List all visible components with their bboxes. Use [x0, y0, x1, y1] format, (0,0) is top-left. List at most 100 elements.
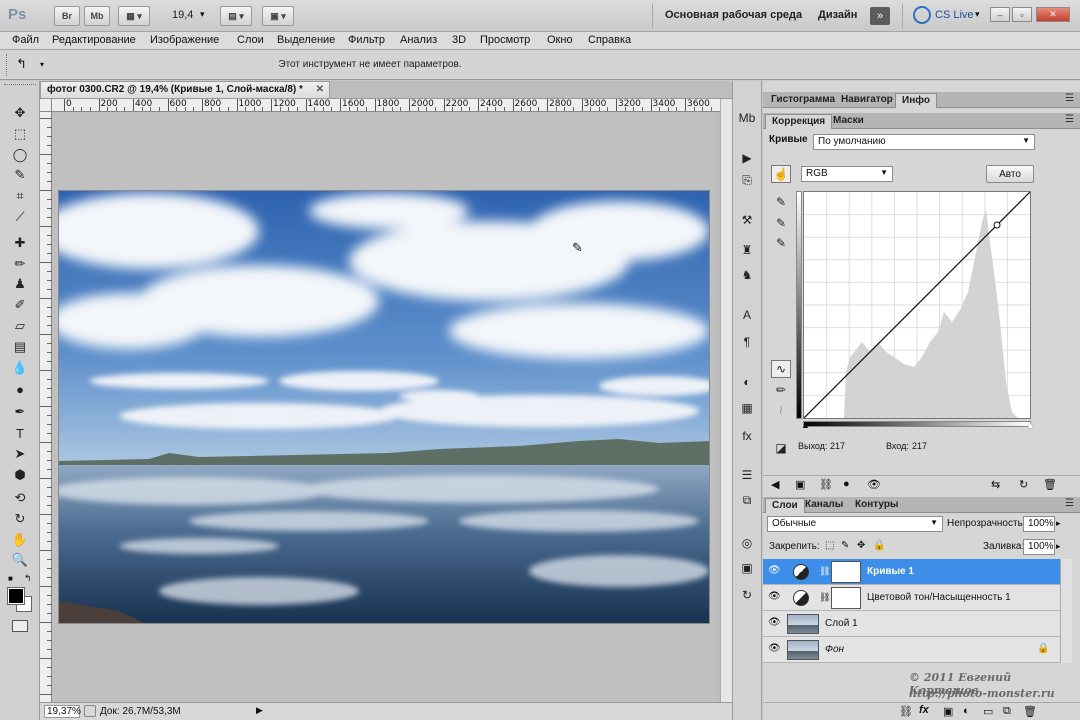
- healing-brush-tool-icon[interactable]: ✚: [11, 234, 29, 252]
- 3d-rotate-tool-icon[interactable]: ⟲: [11, 489, 29, 507]
- fill-slider-icon[interactable]: ▸: [1056, 541, 1061, 552]
- link-layers-icon[interactable]: ⛓: [899, 705, 913, 718]
- paragraph-icon[interactable]: ¶: [738, 333, 756, 351]
- 3d-orbit-tool-icon[interactable]: ↻: [11, 510, 29, 528]
- more-workspaces-button[interactable]: »: [870, 7, 890, 25]
- curve-point-mode-icon[interactable]: ∿: [771, 360, 791, 378]
- marquee-tool-icon[interactable]: ⬚: [11, 125, 29, 143]
- return-to-list-icon[interactable]: ◀: [771, 478, 779, 491]
- visibility-eye-icon[interactable]: 👁: [768, 643, 781, 654]
- layer-style-icon[interactable]: fx: [919, 704, 929, 716]
- delete-adjustment-icon[interactable]: 🗑: [1043, 478, 1057, 491]
- styles-icon[interactable]: fx: [738, 427, 756, 445]
- delete-layer-icon[interactable]: 🗑: [1023, 705, 1037, 718]
- bridge-button[interactable]: Br: [54, 6, 80, 26]
- menu-layers[interactable]: Слои: [237, 34, 264, 46]
- swap-colors-icon[interactable]: ↰: [24, 573, 32, 584]
- tab-adjustments[interactable]: Коррекция: [765, 114, 833, 129]
- shape-tool-icon[interactable]: ⬢: [11, 466, 29, 484]
- clipping-display-icon[interactable]: ◪: [771, 439, 791, 457]
- blur-tool-icon[interactable]: 💧: [11, 359, 29, 377]
- character-icon[interactable]: A: [738, 306, 756, 324]
- quick-mask-icon[interactable]: [12, 620, 28, 632]
- view-extras-button[interactable]: ▦ ▾: [118, 6, 150, 26]
- visibility-eye-icon[interactable]: 👁: [768, 617, 781, 628]
- fill-field[interactable]: 100%: [1023, 539, 1055, 555]
- new-group-icon[interactable]: ▭: [983, 705, 993, 718]
- quick-select-tool-icon[interactable]: ✎: [11, 166, 29, 184]
- status-menu-arrow-icon[interactable]: ▶: [256, 705, 263, 716]
- smooth-curve-icon[interactable]: ≀: [771, 401, 791, 419]
- menu-3d[interactable]: 3D: [452, 34, 466, 46]
- history-brush-tool-icon[interactable]: ✐: [11, 296, 29, 314]
- black-point-slider-icon[interactable]: ▲: [801, 420, 810, 430]
- lock-pixels-icon[interactable]: ✎: [841, 540, 849, 551]
- workspace-essentials[interactable]: Основная рабочая среда: [665, 9, 802, 21]
- white-point-eyedropper-icon[interactable]: ✎: [771, 234, 791, 252]
- layer-mask-thumbnail[interactable]: [831, 587, 861, 609]
- clone-source-icon[interactable]: ♜: [738, 241, 756, 259]
- cs-live-dropdown-icon[interactable]: ▾: [975, 9, 980, 20]
- layer-row[interactable]: 👁 Слой 1: [763, 611, 1060, 637]
- new-layer-icon[interactable]: ⧉: [1003, 705, 1011, 718]
- canvas-area[interactable]: ✎: [52, 112, 716, 702]
- opacity-slider-icon[interactable]: ▸: [1056, 518, 1061, 529]
- close-window-button[interactable]: ✕: [1036, 7, 1070, 22]
- tab-masks[interactable]: Маски: [827, 114, 870, 129]
- eyedropper-tool-icon[interactable]: ⟋: [11, 208, 29, 226]
- expand-view-icon[interactable]: ▣: [795, 478, 805, 491]
- clone-stamp-tool-icon[interactable]: ♟: [11, 275, 29, 293]
- panel-menu-icon[interactable]: ☰: [1065, 93, 1074, 104]
- lock-position-icon[interactable]: ✥: [857, 540, 865, 551]
- link-chain-icon[interactable]: ⛓: [819, 592, 830, 603]
- menu-select[interactable]: Выделение: [277, 34, 335, 46]
- dodge-tool-icon[interactable]: ●: [11, 380, 29, 398]
- arrange-documents-button[interactable]: ▤ ▾: [220, 6, 252, 26]
- measurement-log-icon[interactable]: ⎘: [738, 171, 756, 189]
- eraser-tool-icon[interactable]: ▱: [11, 317, 29, 335]
- opacity-field[interactable]: 100%: [1023, 516, 1055, 532]
- menu-analysis[interactable]: Анализ: [400, 34, 437, 46]
- 3d-panel-icon[interactable]: ◎: [738, 534, 756, 552]
- visibility-eye-icon[interactable]: 👁: [768, 565, 781, 576]
- layer-comps-icon[interactable]: ▣: [738, 559, 756, 577]
- view-previous-state-icon[interactable]: 👁: [867, 478, 881, 491]
- lasso-tool-icon[interactable]: ◯: [11, 146, 29, 164]
- link-chain-icon[interactable]: ⛓: [819, 566, 830, 577]
- path-selection-tool-icon[interactable]: ➤: [11, 445, 29, 463]
- move-tool-icon[interactable]: ✥: [11, 104, 29, 122]
- layer-mask-thumbnail[interactable]: [831, 561, 861, 583]
- actions-icon[interactable]: ⧉: [738, 491, 756, 509]
- maximize-button[interactable]: ▫: [1012, 7, 1032, 22]
- vertical-scrollbar[interactable]: [720, 99, 732, 702]
- brush-tool-icon[interactable]: ✏: [11, 255, 29, 273]
- vertical-ruler[interactable]: [40, 112, 52, 702]
- menu-window[interactable]: Окно: [547, 34, 573, 46]
- tool-presets-icon[interactable]: ⚒: [738, 211, 756, 229]
- layer-row[interactable]: 👁 Фон 🔒: [763, 637, 1060, 663]
- tab-paths[interactable]: Контуры: [849, 498, 904, 513]
- close-document-icon[interactable]: ✕: [316, 84, 324, 95]
- brush-presets-icon[interactable]: ♞: [738, 266, 756, 284]
- refresh-icon[interactable]: ↻: [1019, 478, 1028, 491]
- reset-adjustment-icon[interactable]: ⇆: [991, 478, 1000, 491]
- crop-tool-icon[interactable]: ⌗: [11, 187, 29, 205]
- tab-histogram[interactable]: Гистограмма: [765, 93, 841, 108]
- tab-info[interactable]: Инфо: [895, 93, 937, 108]
- history-icon[interactable]: ☰: [738, 466, 756, 484]
- foreground-color-swatch[interactable]: [7, 587, 25, 605]
- status-info-icon[interactable]: [84, 705, 96, 717]
- document-tab[interactable]: фотог 0300.CR2 @ 19,4% (Кривые 1, Слой-м…: [40, 81, 330, 98]
- color-icon[interactable]: ◐: [738, 373, 756, 391]
- menu-view[interactable]: Просмотр: [480, 34, 530, 46]
- menu-filter[interactable]: Фильтр: [348, 34, 385, 46]
- menu-edit[interactable]: Редактирование: [52, 34, 136, 46]
- auto-button[interactable]: Авто: [986, 165, 1034, 183]
- minimize-button[interactable]: –: [990, 7, 1010, 22]
- menu-image[interactable]: Изображение: [150, 34, 219, 46]
- type-tool-icon[interactable]: T: [11, 424, 29, 442]
- mini-bridge-button[interactable]: Mb: [84, 6, 110, 26]
- workspace-design[interactable]: Дизайн: [818, 9, 857, 21]
- new-adjustment-layer-icon[interactable]: ◐: [963, 705, 970, 717]
- pencil-draw-curve-icon[interactable]: ✏: [771, 381, 791, 399]
